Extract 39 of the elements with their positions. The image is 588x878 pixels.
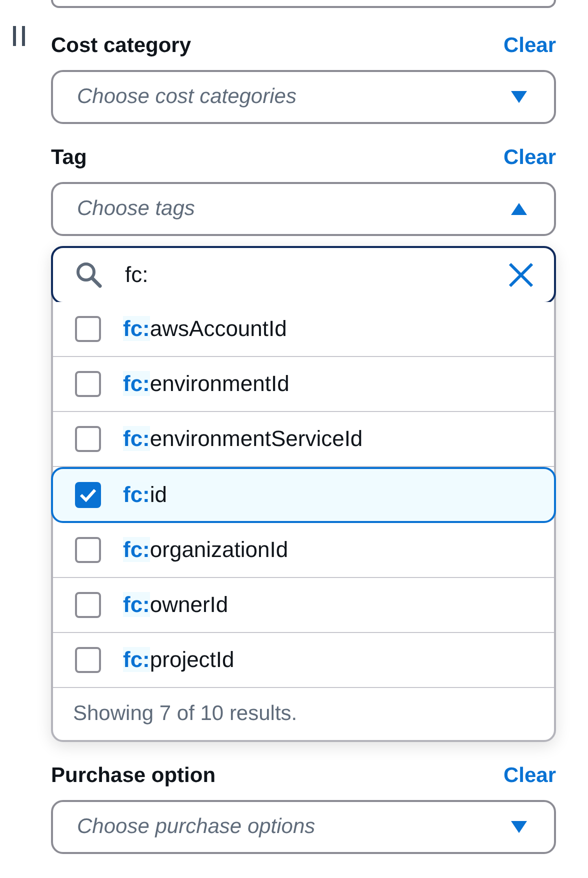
filter-label: Cost category — [51, 34, 192, 58]
search-input[interactable]: fc: — [123, 261, 488, 289]
caret-icon — [510, 820, 528, 834]
tag-option[interactable]: fc:awsAccountId — [53, 302, 554, 357]
caret-icon — [510, 202, 528, 216]
filter-label: Tag — [51, 146, 87, 170]
select-field[interactable]: Choose tags — [51, 182, 556, 236]
option-text: fc:ownerId — [123, 592, 228, 618]
tag-option[interactable]: fc:organizationId — [53, 523, 554, 578]
tag-option[interactable]: fc:environmentId — [53, 357, 554, 412]
tag-option[interactable]: fc:ownerId — [53, 578, 554, 633]
option-text: fc:environmentId — [123, 371, 290, 397]
tag-option[interactable]: fc:environmentServiceId — [53, 412, 554, 467]
checkbox[interactable] — [75, 371, 101, 397]
search-icon — [75, 261, 103, 289]
checkbox[interactable] — [75, 426, 101, 452]
checkbox[interactable] — [75, 482, 101, 508]
check-icon — [79, 487, 97, 503]
close-icon[interactable] — [508, 262, 534, 288]
checkbox[interactable] — [75, 537, 101, 563]
checkbox[interactable] — [75, 592, 101, 618]
clear-link[interactable]: Clear — [503, 764, 556, 788]
tag-option[interactable]: fc:projectId — [53, 633, 554, 688]
select-field[interactable]: Choose purchase options — [51, 800, 556, 854]
clear-link[interactable]: Clear — [503, 146, 556, 170]
select-field[interactable]: Choose cost categories — [51, 70, 556, 124]
drag-handle-icon[interactable] — [12, 26, 26, 46]
results-count: Showing 7 of 10 results. — [72, 701, 298, 727]
clear-link[interactable]: Clear — [503, 34, 556, 58]
tag-option[interactable]: fc:id — [51, 467, 556, 523]
option-text: fc:projectId — [123, 647, 234, 673]
option-text: fc:organizationId — [123, 537, 288, 563]
filter-label: Purchase option — [51, 764, 216, 788]
checkbox[interactable] — [75, 316, 101, 342]
option-text: fc:environmentServiceId — [123, 426, 363, 452]
select-field[interactable] — [51, 0, 556, 8]
checkbox[interactable] — [75, 647, 101, 673]
caret-icon — [510, 90, 528, 104]
option-text: fc:awsAccountId — [123, 316, 287, 342]
